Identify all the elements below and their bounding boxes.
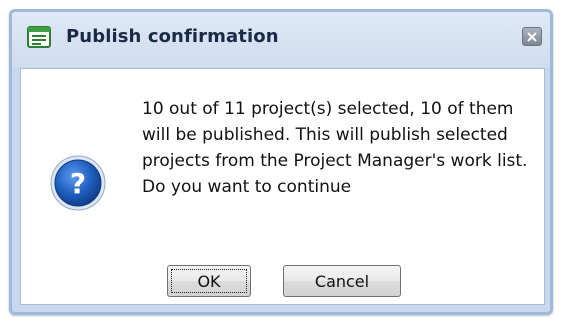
question-mark-icon: ? — [49, 154, 107, 212]
form-window-icon — [27, 26, 51, 48]
ok-button[interactable]: OK — [167, 265, 251, 297]
svg-text:?: ? — [70, 167, 86, 200]
confirmation-message: 10 out of 11 project(s) selected, 10 of … — [142, 99, 528, 197]
dialog-content: ? 10 out of 11 project(s) selected, 10 o… — [20, 68, 545, 305]
close-icon — [527, 32, 537, 41]
cancel-button[interactable]: Cancel — [283, 265, 401, 297]
cancel-button-label: Cancel — [314, 271, 370, 291]
publish-confirmation-dialog: Publish confirmation ? 10 out of 11 proj… — [9, 9, 553, 315]
dialog-title: Publish confirmation — [66, 26, 279, 47]
close-button[interactable] — [522, 27, 542, 46]
dialog-title-bar[interactable]: Publish confirmation — [12, 12, 550, 64]
ok-button-label: OK — [197, 271, 221, 291]
